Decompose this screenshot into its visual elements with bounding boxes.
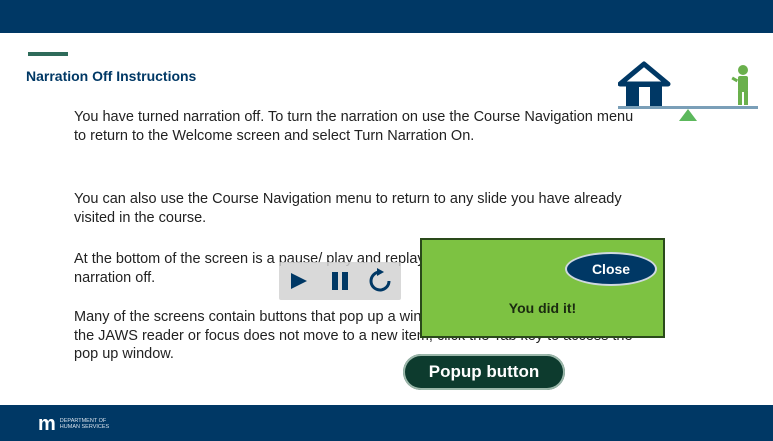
popup-message: You did it! bbox=[508, 300, 577, 316]
logo-text-line2: HUMAN SERVICES bbox=[59, 424, 110, 430]
title-accent-line bbox=[28, 52, 68, 56]
play-icon[interactable] bbox=[285, 268, 311, 294]
logo-mark: m bbox=[38, 413, 56, 435]
popup-button[interactable]: Popup button bbox=[403, 354, 565, 390]
seesaw-fulcrum bbox=[679, 109, 697, 121]
popup-window: Close You did it! bbox=[420, 238, 665, 338]
media-controls bbox=[279, 262, 401, 300]
pause-icon[interactable] bbox=[327, 268, 353, 294]
instruction-paragraph: You can also use the Course Navigation m… bbox=[74, 191, 622, 226]
close-button[interactable]: Close bbox=[565, 252, 657, 286]
logo-text: DEPARTMENT OF HUMAN SERVICES bbox=[60, 418, 109, 430]
person-icon bbox=[731, 65, 748, 105]
house-icon bbox=[618, 61, 671, 106]
dhs-logo: m DEPARTMENT OF HUMAN SERVICES bbox=[38, 413, 109, 435]
slide-title: Narration Off Instructions bbox=[26, 68, 197, 84]
seesaw-illustration bbox=[618, 61, 758, 121]
top-banner bbox=[0, 0, 773, 33]
instruction-paragraph: You have turned narration off. To turn t… bbox=[74, 109, 634, 144]
replay-icon[interactable] bbox=[367, 268, 393, 294]
footer-bar bbox=[0, 405, 773, 441]
seesaw-board bbox=[618, 106, 758, 109]
